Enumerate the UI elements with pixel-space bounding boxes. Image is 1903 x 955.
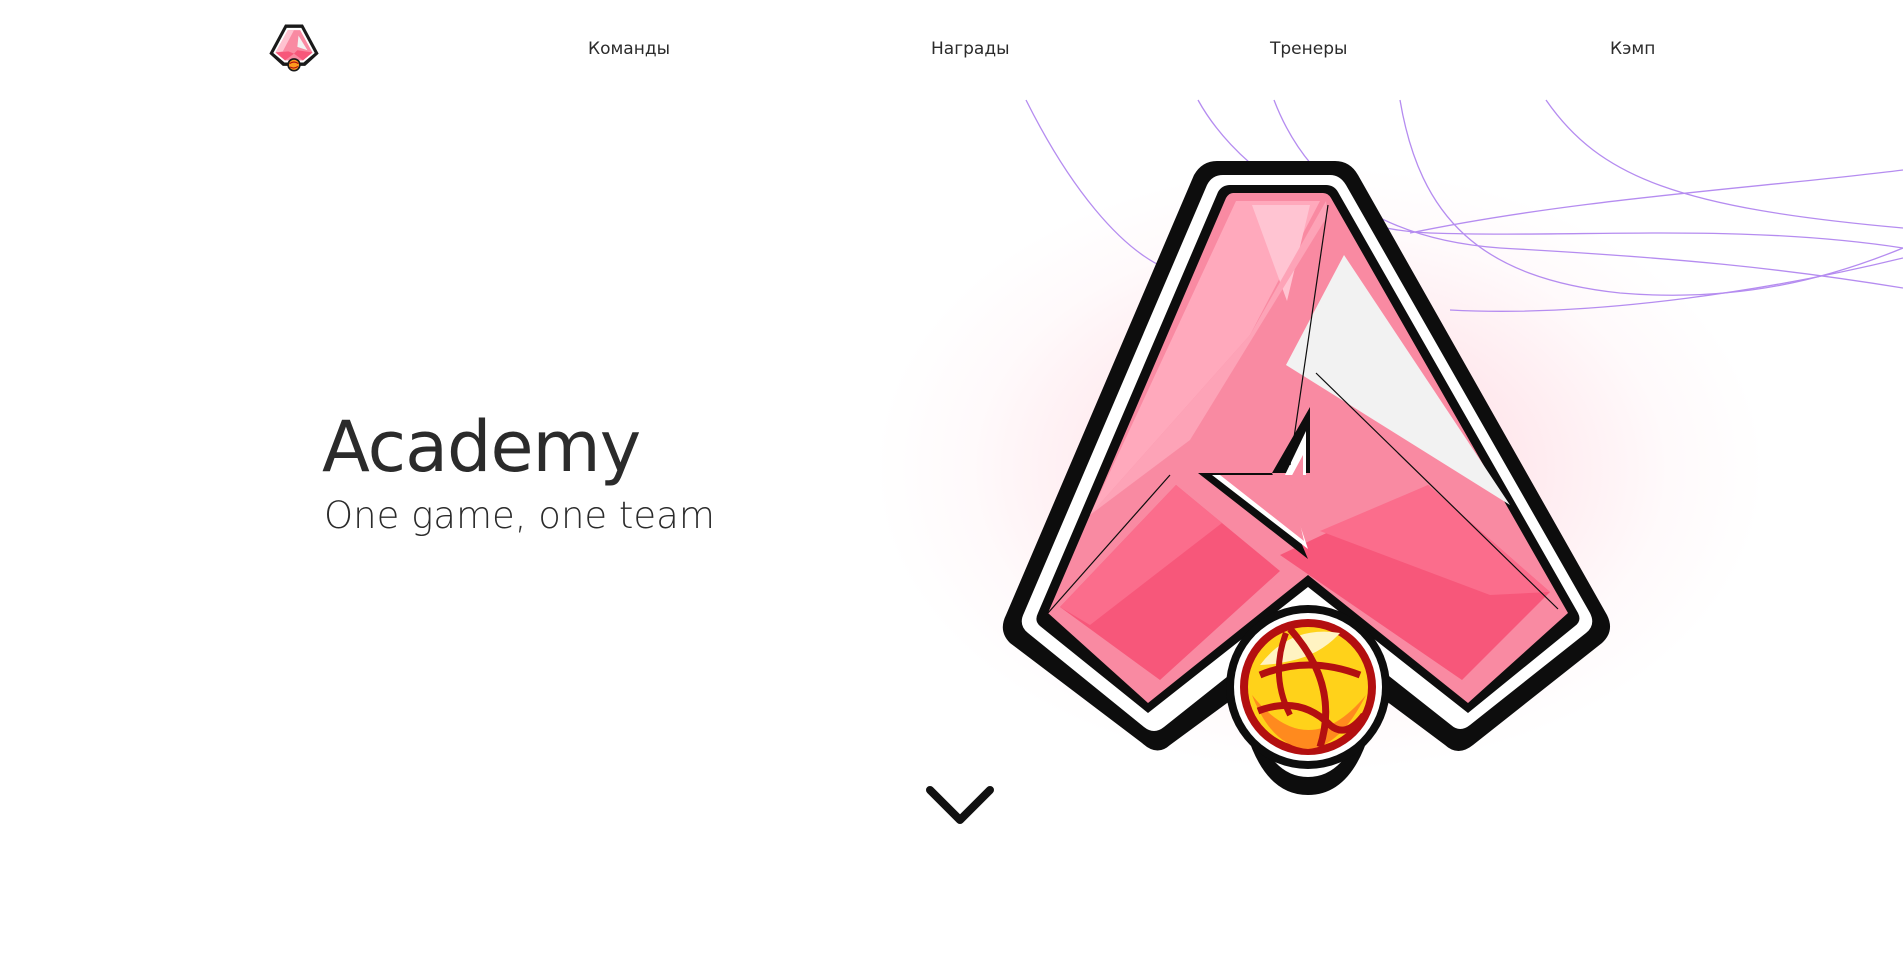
academy-emblem-basketball-icon: [1002, 161, 1611, 795]
nav-logo-link[interactable]: [266, 20, 322, 76]
top-navigation: Команды Награды Тренеры Кэмп: [0, 0, 1903, 100]
academy-logo-icon: [269, 24, 319, 72]
nav-link-coaches[interactable]: Тренеры: [1270, 39, 1347, 59]
hero-subtitle: One game, one team: [324, 494, 715, 537]
nav-link-teams[interactable]: Команды: [588, 39, 670, 59]
chevron-down-icon: [926, 786, 994, 824]
nav-link-camp[interactable]: Кэмп: [1610, 39, 1655, 59]
page: Команды Награды Тренеры Кэмп Academy One…: [0, 0, 1903, 955]
hero-title: Academy: [322, 406, 641, 488]
nav-link-awards[interactable]: Награды: [931, 39, 1010, 59]
scroll-down-button[interactable]: [924, 782, 996, 832]
